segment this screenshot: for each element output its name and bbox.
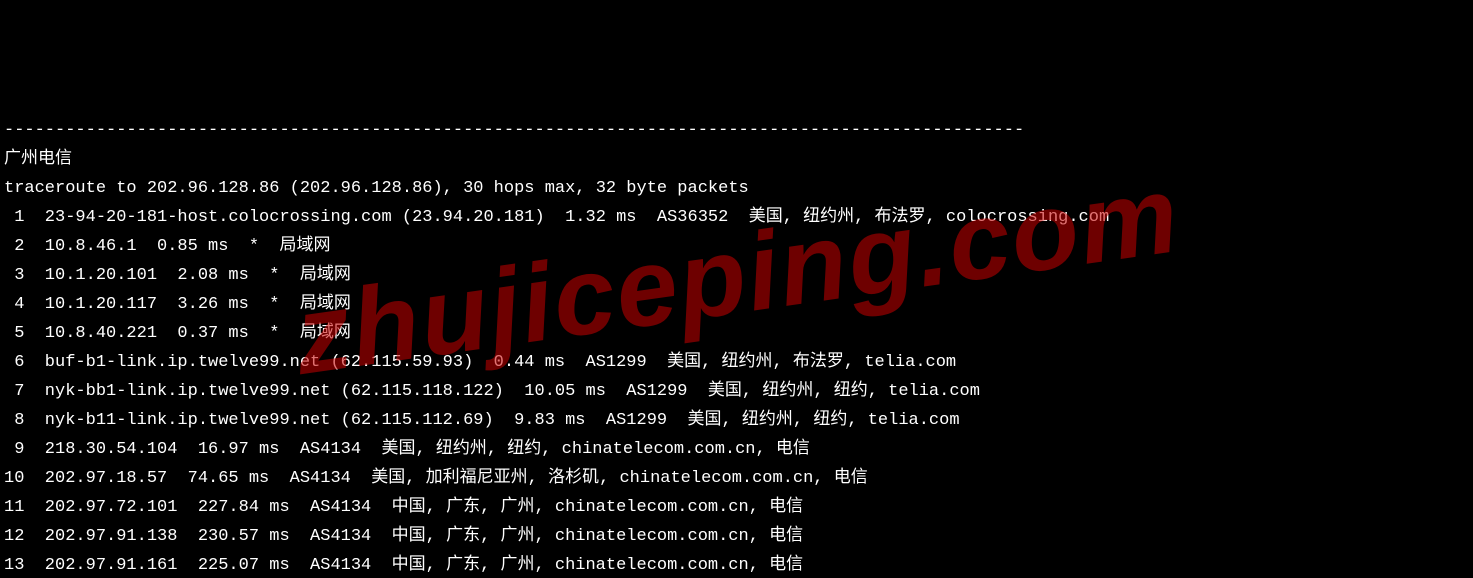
- hop-line: 7 nyk-bb1-link.ip.twelve99.net (62.115.1…: [4, 382, 980, 401]
- separator-line: ----------------------------------------…: [4, 121, 1024, 140]
- hop-line: 13 202.97.91.161 225.07 ms AS4134 中国, 广东…: [4, 556, 803, 575]
- hop-line: 2 10.8.46.1 0.85 ms * 局域网: [4, 237, 330, 256]
- hop-line: 9 218.30.54.104 16.97 ms AS4134 美国, 纽约州,…: [4, 440, 810, 459]
- hop-line: 10 202.97.18.57 74.65 ms AS4134 美国, 加利福尼…: [4, 469, 868, 488]
- hop-line: 12 202.97.91.138 230.57 ms AS4134 中国, 广东…: [4, 527, 803, 546]
- traceroute-header: traceroute to 202.96.128.86 (202.96.128.…: [4, 179, 749, 198]
- hop-line: 1 23-94-20-181-host.colocrossing.com (23…: [4, 208, 1109, 227]
- hop-line: 3 10.1.20.101 2.08 ms * 局域网: [4, 266, 351, 285]
- terminal-output: ----------------------------------------…: [0, 116, 1473, 578]
- hop-line: 6 buf-b1-link.ip.twelve99.net (62.115.59…: [4, 353, 956, 372]
- hop-line: 5 10.8.40.221 0.37 ms * 局域网: [4, 324, 351, 343]
- hop-line: 8 nyk-b11-link.ip.twelve99.net (62.115.1…: [4, 411, 960, 430]
- hop-line: 4 10.1.20.117 3.26 ms * 局域网: [4, 295, 351, 314]
- hop-line: 11 202.97.72.101 227.84 ms AS4134 中国, 广东…: [4, 498, 803, 517]
- isp-title: 广州电信: [4, 150, 72, 169]
